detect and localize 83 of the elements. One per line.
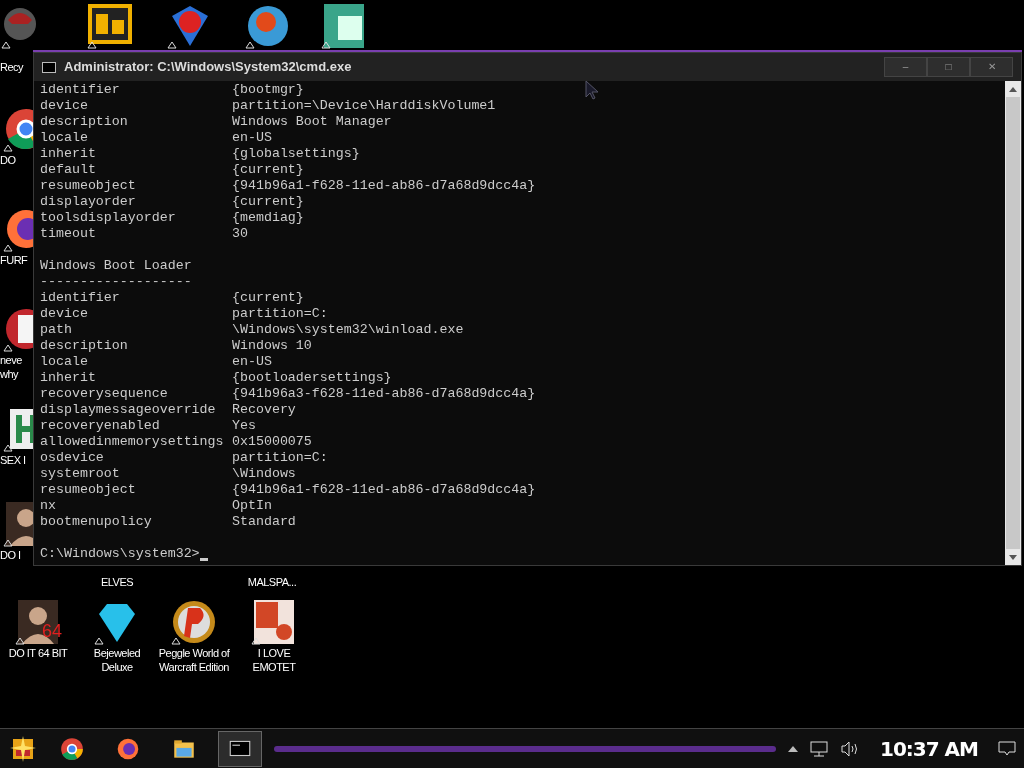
setting-value: {941b96a1-f628-11ed-ab86-d7a68d9dcc4a} — [232, 178, 536, 194]
setting-name: osdevice — [40, 450, 105, 466]
icon-label[interactable]: Bejeweled Deluxe — [79, 646, 155, 674]
setting-name: allowedinmemorysettings — [40, 434, 225, 450]
setting-name: bootmenupolicy — [40, 514, 153, 530]
shortcut-icon[interactable] — [170, 598, 218, 646]
setting-name: recoveryenabled — [40, 418, 161, 434]
setting-name: resumeobject — [40, 482, 137, 498]
setting-name: device — [40, 306, 89, 322]
icon-label[interactable]: FURF — [0, 253, 33, 267]
icon-label[interactable]: DO IT 64 BIT — [8, 646, 68, 660]
chevron-up-icon[interactable] — [788, 745, 798, 752]
icon-label[interactable]: neve why — [0, 353, 33, 381]
setting-name: identifier — [40, 290, 121, 306]
setting-value: {941b96a3-f628-11ed-ab86-d7a68d9dcc4a} — [232, 386, 536, 402]
setting-value: {current} — [232, 162, 304, 178]
setting-name: locale — [40, 354, 89, 370]
setting-value: partition=C: — [232, 306, 328, 322]
setting-value: partition=C: — [232, 450, 328, 466]
command-prompt: C:\Windows\system32> — [40, 546, 200, 562]
setting-value: \Windows — [232, 466, 296, 482]
setting-value: 30 — [232, 226, 248, 242]
text-cursor — [199, 558, 208, 561]
volume-icon[interactable] — [840, 740, 860, 757]
icon-label[interactable]: ELVES — [100, 575, 134, 589]
setting-name: systemroot — [40, 466, 121, 482]
shortcut-icon[interactable] — [86, 2, 134, 50]
minimize-button[interactable]: – — [884, 57, 927, 77]
setting-value: {bootloadersettings} — [232, 370, 392, 386]
console-icon — [42, 61, 56, 73]
icon-label[interactable]: Peggle World of Warcraft Edition — [156, 646, 232, 674]
setting-name: timeout — [40, 226, 97, 242]
maximize-button[interactable]: □ — [927, 57, 970, 77]
network-icon[interactable] — [810, 740, 828, 757]
setting-name: locale — [40, 130, 89, 146]
setting-name: default — [40, 162, 97, 178]
setting-value: Windows 10 — [232, 338, 312, 354]
close-button[interactable]: ✕ — [970, 57, 1013, 77]
setting-name: description — [40, 338, 129, 354]
setting-value: en-US — [232, 130, 272, 146]
setting-value: en-US — [232, 354, 272, 370]
setting-value: Standard — [232, 514, 296, 530]
setting-name: path — [40, 322, 73, 338]
shortcut-icon[interactable] — [0, 500, 33, 548]
icon-label[interactable]: DO I — [0, 548, 33, 562]
setting-name: description — [40, 114, 129, 130]
window-title: Administrator: C:\Windows\System32\cmd.exe — [64, 58, 352, 77]
setting-value: Recovery — [232, 402, 296, 418]
setting-value: OptIn — [232, 498, 272, 514]
icon-label[interactable]: Recy — [0, 60, 24, 74]
icon-label[interactable]: SEX I — [0, 453, 33, 467]
icon-label[interactable]: DO — [0, 153, 33, 167]
setting-name: resumeobject — [40, 178, 137, 194]
setting-value: Yes — [232, 418, 256, 434]
setting-name: device — [40, 98, 89, 114]
setting-name: inherit — [40, 146, 97, 162]
icon-label[interactable]: I LOVE EMOTET — [236, 646, 312, 674]
scroll-thumb[interactable] — [1006, 97, 1020, 549]
setting-value: {bootmgr} — [232, 82, 304, 98]
setting-value: {memdiag} — [232, 210, 304, 226]
setting-value: {globalsettings} — [232, 146, 360, 162]
setting-value: \Windows\system32\winload.exe — [232, 322, 464, 338]
setting-name: nx — [40, 498, 57, 514]
console-text: ------------------- — [40, 274, 192, 290]
icon-label[interactable]: MALSPA... — [247, 575, 297, 589]
setting-name: recoverysequence — [40, 386, 169, 402]
setting-value: 0x15000075 — [232, 434, 312, 450]
setting-name: displayorder — [40, 194, 137, 210]
setting-name: inherit — [40, 370, 97, 386]
setting-value: {current} — [232, 194, 304, 210]
scrollbar[interactable] — [1005, 81, 1021, 565]
setting-name: identifier — [40, 82, 121, 98]
icon-number-text: 64 — [41, 622, 62, 640]
setting-name: toolsdisplayorder — [40, 210, 177, 226]
console-app-button[interactable] — [218, 730, 262, 767]
setting-name: displaymessageoverride — [40, 402, 217, 418]
setting-value: {current} — [232, 290, 304, 306]
setting-value: Windows Boot Manager — [232, 114, 392, 130]
setting-value: partition=\Device\HarddiskVolume1 — [232, 98, 496, 114]
notification-icon[interactable] — [998, 740, 1016, 757]
setting-value: {941b96a1-f628-11ed-ab86-d7a68d9dcc4a} — [232, 482, 536, 498]
clock[interactable]: 10:37 AM — [872, 733, 986, 764]
console-text: Windows Boot Loader — [40, 258, 192, 274]
